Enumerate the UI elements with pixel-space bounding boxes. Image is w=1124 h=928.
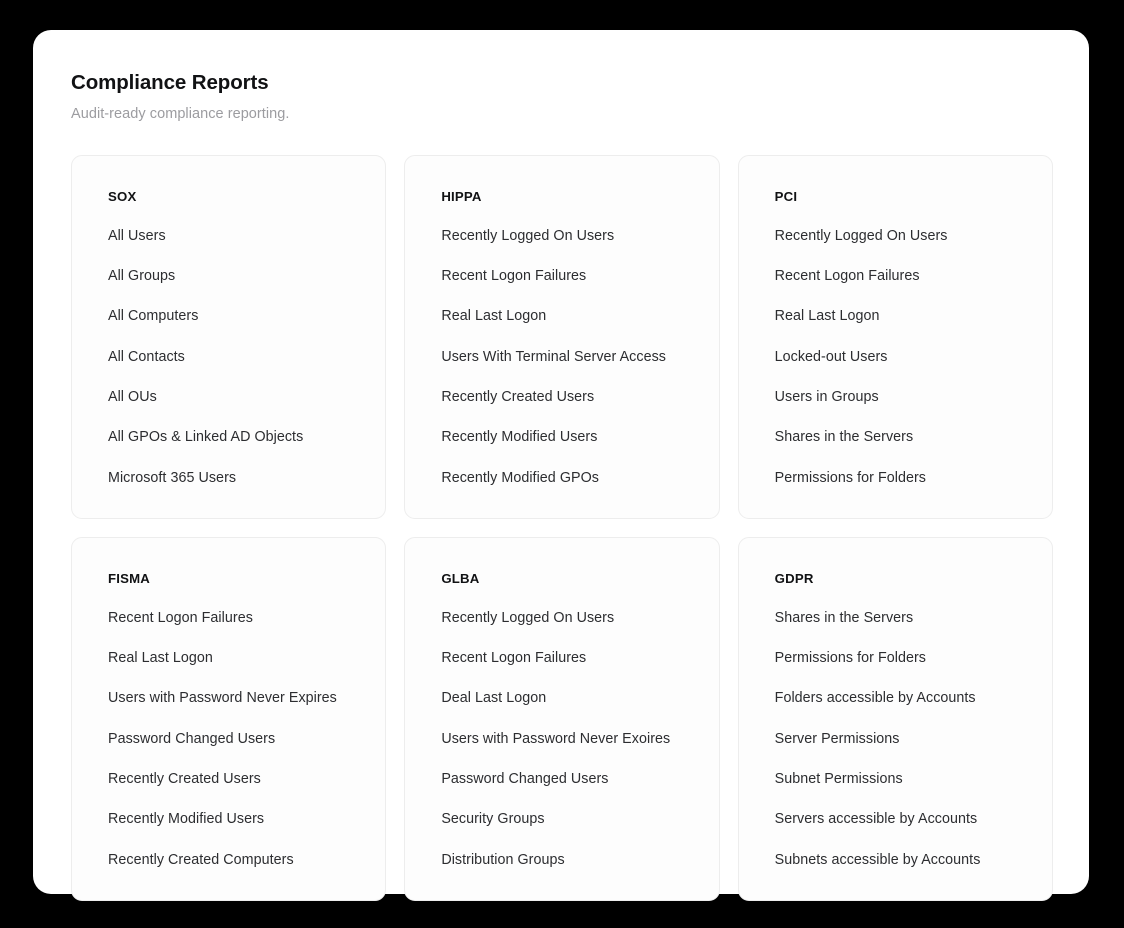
report-link[interactable]: Recently Modified Users — [441, 429, 682, 447]
report-link[interactable]: All Users — [108, 228, 349, 246]
report-link[interactable]: Server Permissions — [775, 731, 1016, 749]
report-link[interactable]: Subnets accessible by Accounts — [775, 852, 1016, 870]
card-heading-gdpr: GDPR — [774, 570, 814, 586]
report-link[interactable]: Recently Logged On Users — [441, 228, 682, 246]
report-link[interactable]: All GPOs & Linked AD Objects — [108, 429, 349, 447]
report-link[interactable]: Real Last Logon — [108, 650, 349, 668]
report-list-glba: Recently Logged On Users Recent Logon Fai… — [441, 610, 682, 870]
report-link[interactable]: Distribution Groups — [441, 852, 682, 870]
card-heading-hippa: HIPPA — [441, 188, 482, 204]
compliance-card-gdpr: GDPR Shares in the Servers Permissions for… — [737, 536, 1053, 901]
report-link[interactable]: Real Last Logon — [775, 308, 1016, 326]
report-list-fisma: Recent Logon Failures Real Last Logon User… — [108, 610, 349, 870]
report-link[interactable]: Deal Last Logon — [441, 690, 682, 708]
report-link[interactable]: Permissions for Folders — [775, 650, 1016, 668]
report-link[interactable]: Recently Created Users — [108, 771, 349, 789]
report-link[interactable]: Recent Logon Failures — [441, 650, 682, 668]
report-link[interactable]: All Groups — [108, 268, 349, 286]
report-link[interactable]: Shares in the Servers — [775, 429, 1016, 447]
report-link[interactable]: Recent Logon Failures — [441, 268, 682, 286]
report-link[interactable]: Users with Password Never Exoires — [441, 731, 682, 749]
report-list-pci: Recently Logged On Users Recent Logon Fai… — [775, 228, 1016, 488]
report-link[interactable]: All OUs — [108, 389, 349, 407]
card-heading-glba: GLBA — [441, 570, 480, 586]
compliance-card-glba: GLBA Recently Logged On Users Recent Logon… — [404, 536, 720, 901]
report-link[interactable]: Users With Terminal Server Access — [441, 349, 682, 367]
report-list-hippa: Recently Logged On Users Recent Logon Fai… — [441, 228, 682, 488]
card-heading-fisma: FISMA — [108, 570, 151, 586]
report-link[interactable]: Folders accessible by Accounts — [775, 690, 1016, 708]
page-title: Compliance Reports — [71, 71, 269, 94]
report-link[interactable]: Security Groups — [441, 811, 682, 829]
report-link[interactable]: Recent Logon Failures — [775, 268, 1016, 286]
card-heading-pci: PCI — [774, 188, 798, 204]
report-list-gdpr: Shares in the Servers Permissions for Fol… — [775, 610, 1016, 870]
report-link[interactable]: Recently Created Computers — [108, 852, 349, 870]
report-link[interactable]: Users in Groups — [775, 389, 1016, 407]
compliance-card-sox: SOX All Users All Groups All Computers All C… — [71, 154, 387, 519]
compliance-card-hippa: HIPPA Recently Logged On Users Recent Logo… — [404, 154, 720, 519]
report-list-sox: All Users All Groups All Computers All Cont… — [108, 228, 349, 488]
report-link[interactable]: Recently Logged On Users — [775, 228, 1016, 246]
report-link[interactable]: Real Last Logon — [441, 308, 682, 326]
page-header: Compliance Reports Audit-ready complianc… — [71, 71, 1053, 122]
report-link[interactable]: Recently Modified GPOs — [441, 470, 682, 488]
report-link[interactable]: All Contacts — [108, 349, 349, 367]
page-subtitle: Audit-ready compliance reporting. — [71, 105, 290, 122]
compliance-reports-panel: Compliance Reports Audit-ready complianc… — [33, 30, 1089, 901]
report-link[interactable]: Recently Created Users — [441, 389, 682, 407]
report-link[interactable]: Users with Password Never Expires — [108, 690, 349, 708]
report-link[interactable]: Recently Logged On Users — [441, 610, 682, 628]
report-link[interactable]: All Computers — [108, 308, 349, 326]
report-link[interactable]: Shares in the Servers — [775, 610, 1016, 628]
report-link[interactable]: Microsoft 365 Users — [108, 470, 349, 488]
report-link[interactable]: Subnet Permissions — [775, 771, 1016, 789]
report-link[interactable]: Servers accessible by Accounts — [775, 811, 1016, 829]
compliance-card-fisma: FISMA Recent Logon Failures Real Last Logo… — [71, 536, 387, 901]
compliance-card-pci: PCI Recently Logged On Users Recent Logon … — [737, 154, 1053, 519]
report-link[interactable]: Password Changed Users — [108, 731, 349, 749]
report-link[interactable]: Recent Logon Failures — [108, 610, 349, 628]
report-link[interactable]: Password Changed Users — [441, 771, 682, 789]
report-link[interactable]: Locked-out Users — [775, 349, 1016, 367]
report-link[interactable]: Recently Modified Users — [108, 811, 349, 829]
app-backdrop: Compliance Reports Audit-ready complianc… — [0, 0, 1124, 928]
report-link[interactable]: Permissions for Folders — [775, 470, 1016, 488]
card-heading-sox: SOX — [108, 188, 137, 204]
compliance-card-grid: SOX All Users All Groups All Computers All C… — [71, 154, 1053, 901]
